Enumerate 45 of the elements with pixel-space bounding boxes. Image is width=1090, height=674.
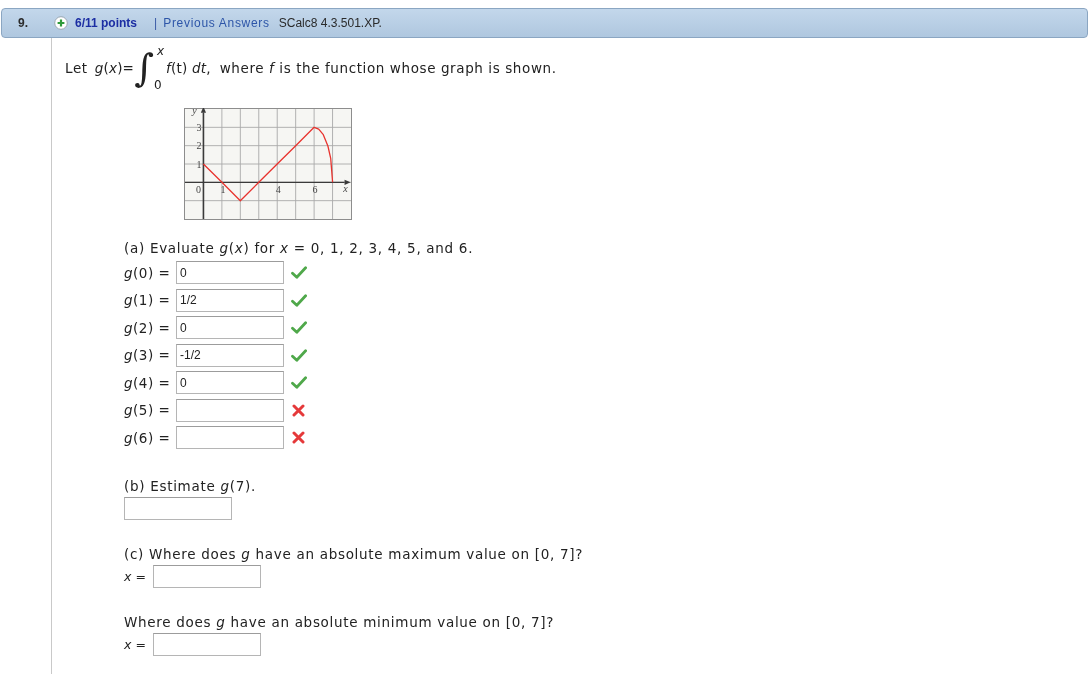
axis-label: x: [343, 183, 348, 195]
answer-label: x =: [124, 637, 147, 652]
question-text: Where does g have an absolute minimum value on [0, 7]?: [124, 614, 556, 630]
answer-field[interactable]: 0: [176, 371, 284, 394]
answer-label: x =: [124, 569, 147, 584]
axis-label: y: [192, 108, 197, 116]
answer-label: g(2) =: [124, 319, 172, 336]
answer-label: g(5) =: [124, 402, 172, 418]
answer-field[interactable]: [153, 565, 261, 588]
answer-field[interactable]: [124, 497, 232, 520]
upper-limit: x: [156, 44, 165, 58]
plus-icon[interactable]: [54, 16, 68, 30]
answer-label: g(3) =: [124, 347, 172, 363]
question-text: (c) Where does g have an absolute maximum value on [0, 7]?: [124, 546, 585, 562]
tick-label: 2: [196, 140, 202, 152]
tick-label: 1: [220, 184, 226, 196]
answer-field[interactable]: 0: [176, 316, 284, 339]
question-text: (b) Estimate g(7).: [124, 478, 257, 494]
formula-text: f(t) dt,: [166, 60, 211, 76]
integral-sign: ∫: [134, 45, 154, 92]
answer-field[interactable]: [176, 426, 284, 449]
tick-label: 6: [312, 184, 318, 196]
intro-text: where f is the function whose graph is shown.: [219, 60, 557, 76]
answer-field[interactable]: [153, 633, 261, 656]
source-text: SCalc8 4.3.501.XP.: [278, 16, 382, 30]
tick-label: 4: [275, 184, 281, 196]
answer-field[interactable]: [176, 398, 284, 422]
answer-label: g(4) =: [124, 374, 172, 391]
previous-answers-link[interactable]: Previous Answers: [163, 16, 270, 30]
answer-label: g(0) =: [124, 264, 172, 281]
tick-label: 0: [195, 184, 201, 196]
answer-field[interactable]: 1/2: [176, 288, 284, 312]
question-text: (a) Evaluate g(x) for x = 0, 1, 2, 3, 4, 5, and 6.: [124, 240, 475, 256]
formula-text: g(x)=: [94, 60, 135, 76]
tick-label: 1: [196, 158, 202, 170]
intro-text: Let: [65, 60, 88, 76]
answer-field[interactable]: -1/2: [176, 343, 284, 367]
tick-label: 3: [196, 121, 202, 133]
separator-text: |: [154, 16, 158, 30]
lower-limit: 0: [153, 78, 163, 92]
answer-field[interactable]: 0: [176, 261, 284, 284]
score-text: 6/11 points: [75, 16, 138, 30]
answer-label: g(1) =: [124, 292, 172, 308]
question-number: 9.: [18, 16, 28, 30]
answer-label: g(6) =: [124, 429, 172, 446]
